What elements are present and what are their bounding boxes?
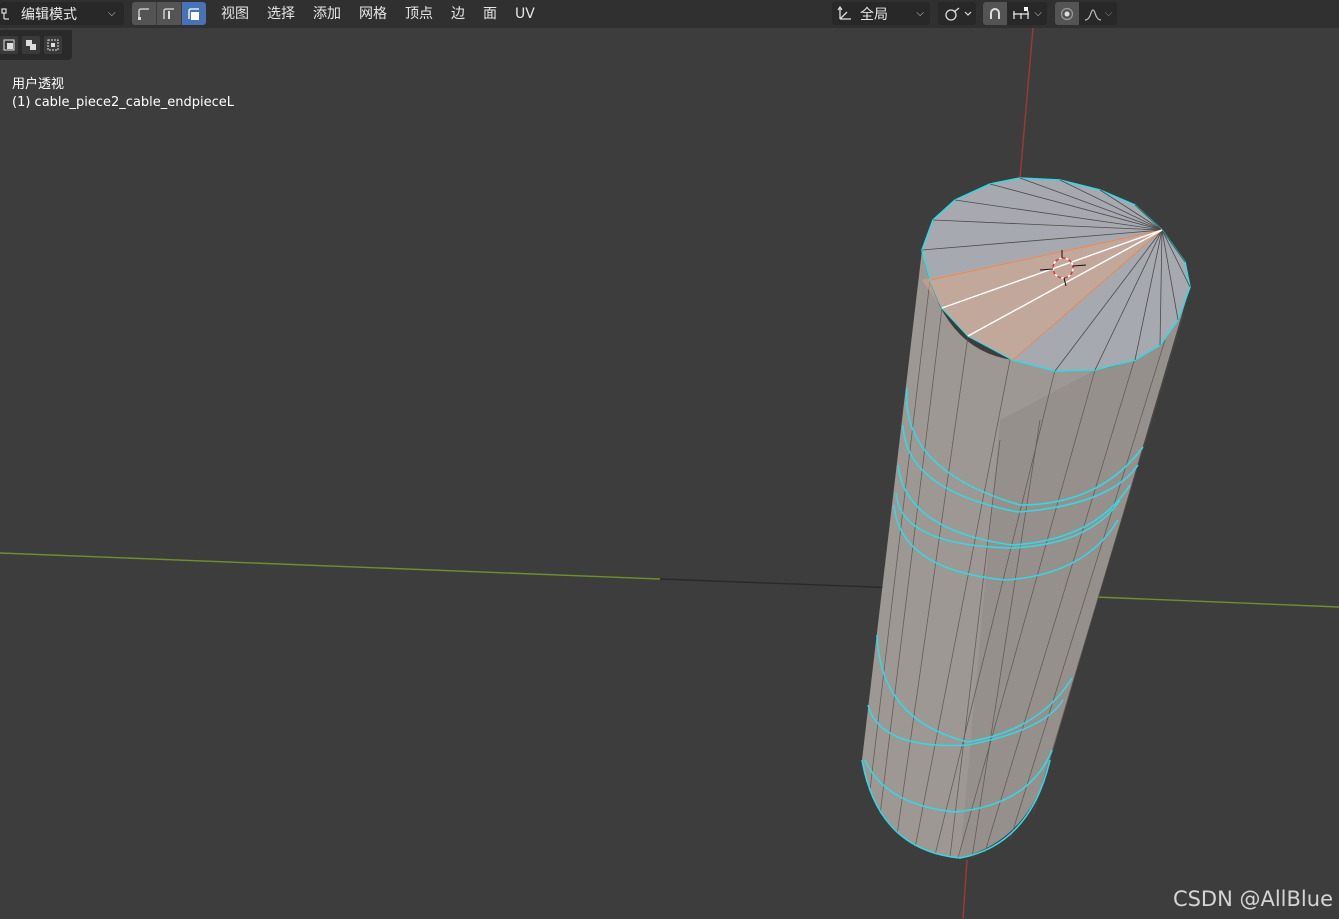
viewport-3d[interactable]	[0, 0, 1339, 919]
menu-mesh[interactable]: 网格	[350, 0, 396, 28]
menu-vertex[interactable]: 顶点	[396, 0, 442, 28]
orientation-label: 全局	[860, 6, 888, 23]
blender-window: 编辑模式 ⌵ 视图 选择 添加 网格 顶点 边 面 UV 全局 ⌵ ⌵ ⌵ 用户…	[0, 0, 1339, 919]
snap-toggle-button[interactable]	[983, 2, 1007, 25]
x-axis-line-back	[659, 578, 901, 589]
snap-increment-icon	[1013, 6, 1030, 19]
select-new-icon[interactable]	[0, 36, 18, 54]
menu-add[interactable]: 添加	[304, 0, 350, 28]
orientation-axes-icon	[837, 5, 851, 20]
header-toolbar: 编辑模式 ⌵ 视图 选择 添加 网格 顶点 边 面 UV 全局 ⌵ ⌵ ⌵	[0, 0, 1339, 28]
cylinder-mesh[interactable]	[861, 177, 1191, 859]
snap-target-dropdown[interactable]: ⌵	[1007, 2, 1047, 25]
x-axis-line	[0, 552, 661, 580]
mode-label: 编辑模式	[21, 6, 77, 23]
transform-orientation-dropdown[interactable]: 全局 ⌵	[832, 2, 930, 25]
falloff-curve-icon	[1084, 8, 1101, 21]
face-select-icon	[188, 7, 199, 20]
edit-mode-icon	[1, 7, 9, 20]
chevron-down-icon: ⌵	[1034, 8, 1042, 19]
proportional-edit-group: ⌵	[1055, 2, 1119, 25]
chevron-down-icon: ⌵	[1104, 8, 1113, 19]
header-menu: 视图 选择 添加 网格 顶点 边 面 UV	[212, 0, 544, 28]
mode-dropdown[interactable]: 编辑模式 ⌵	[0, 2, 124, 25]
proportional-falloff-dropdown[interactable]: ⌵	[1079, 2, 1117, 25]
selection-mode-toolbar	[0, 30, 72, 60]
select-extend-icon[interactable]	[22, 36, 40, 54]
watermark-text: CSDN @AllBlue	[1172, 887, 1333, 911]
snap-group: ⌵	[983, 2, 1048, 25]
select-subtract-icon[interactable]	[44, 36, 62, 54]
menu-select[interactable]: 选择	[258, 0, 304, 28]
menu-edge[interactable]: 边	[442, 0, 474, 28]
proportional-circle-icon	[1060, 7, 1074, 20]
vertex-select-icon	[138, 7, 149, 20]
menu-face[interactable]: 面	[474, 0, 506, 28]
select-mode-group	[132, 2, 206, 25]
chevron-down-icon: ⌵	[916, 8, 924, 19]
proportional-edit-toggle[interactable]	[1055, 2, 1079, 25]
pivot-link-icon	[945, 6, 972, 21]
pivot-point-dropdown[interactable]	[938, 2, 976, 25]
face-select-button[interactable]	[182, 2, 206, 25]
x-axis-line-right	[1094, 596, 1339, 608]
z-axis-line-bottom	[962, 859, 968, 919]
edge-select-icon	[163, 7, 174, 19]
menu-view[interactable]: 视图	[212, 0, 258, 28]
view-name-label: 用户透视	[12, 77, 65, 92]
z-axis-line	[1019, 27, 1034, 179]
active-object-label: (1) cable_piece2_cable_endpieceL	[12, 95, 235, 110]
vertex-select-button[interactable]	[132, 2, 157, 25]
edge-select-button[interactable]	[157, 2, 182, 25]
magnet-icon	[990, 7, 1000, 19]
menu-uv[interactable]: UV	[506, 0, 544, 28]
chevron-down-icon: ⌵	[108, 8, 116, 19]
